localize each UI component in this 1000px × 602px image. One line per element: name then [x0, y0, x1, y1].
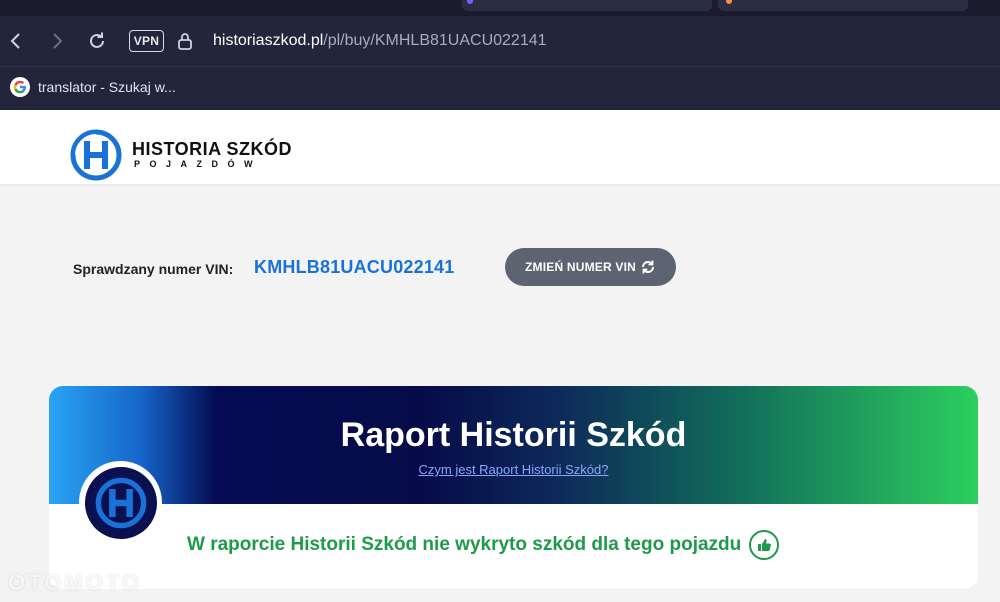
url-host: historiaszkod.pl [213, 32, 324, 49]
forward-arrow-icon [53, 33, 63, 49]
bookmarks-bar: translator - Szukaj w... [0, 66, 1000, 110]
bookmark-translator[interactable]: translator - Szukaj w... [10, 77, 176, 97]
browser-tab[interactable] [462, 0, 712, 11]
browser-toolbar: VPN historiaszkod.pl/pl/buy/KMHLB81UACU0… [0, 16, 1000, 66]
vin-label: Sprawdzany numer VIN: [73, 261, 234, 277]
reload-button[interactable] [83, 16, 111, 66]
report-title: Raport Historii Szkód [340, 416, 687, 454]
report-banner: Raport Historii Szkód Czym jest Raport H… [49, 386, 978, 504]
site-header: HISTORIA SZKÓD POJAZDÓW [0, 110, 1000, 184]
lock-icon[interactable] [176, 31, 194, 51]
vin-section: Sprawdzany numer VIN: KMHLB81UACU022141 … [73, 248, 693, 288]
logo-mark-icon [70, 129, 122, 181]
change-vin-button[interactable]: ZMIEŃ NUMER VIN [505, 248, 676, 286]
report-card: Raport Historii Szkód Czym jest Raport H… [49, 386, 978, 589]
google-icon [10, 77, 30, 97]
browser-tab[interactable] [718, 0, 968, 11]
logo-subtitle: POJAZDÓW [134, 159, 263, 169]
vpn-badge[interactable]: VPN [129, 30, 164, 52]
thumbs-up-icon [749, 530, 780, 560]
page-content: HISTORIA SZKÓD POJAZDÓW Sprawdzany numer… [0, 110, 1000, 602]
logo-mark-icon [95, 477, 146, 528]
report-avatar [79, 461, 162, 544]
watermark: OTOMOTO [8, 570, 142, 595]
back-arrow-icon [10, 33, 20, 49]
reload-icon [90, 32, 104, 48]
vin-value: KMHLB81UACU022141 [254, 257, 455, 277]
browser-tabstrip [0, 0, 1000, 16]
forward-button[interactable] [43, 16, 71, 66]
url-path: /pl/buy/KMHLB81UACU022141 [323, 32, 547, 49]
refresh-icon [642, 260, 654, 274]
change-vin-label: ZMIEŃ NUMER VIN [525, 260, 636, 274]
bookmark-label: translator - Szukaj w... [38, 79, 176, 95]
report-result: W raporcie Historii Szkód nie wykryto sz… [187, 530, 780, 560]
site-logo[interactable]: HISTORIA SZKÓD POJAZDÓW [70, 129, 292, 181]
report-info-link[interactable]: Czym jest Raport Historii Szkód? [49, 462, 978, 477]
logo-title: HISTORIA SZKÓD [132, 139, 293, 159]
address-bar[interactable]: historiaszkod.pl/pl/buy/KMHLB81UACU02214… [213, 32, 547, 50]
back-button[interactable] [2, 16, 30, 66]
result-message: W raporcie Historii Szkód nie wykryto sz… [187, 534, 742, 555]
